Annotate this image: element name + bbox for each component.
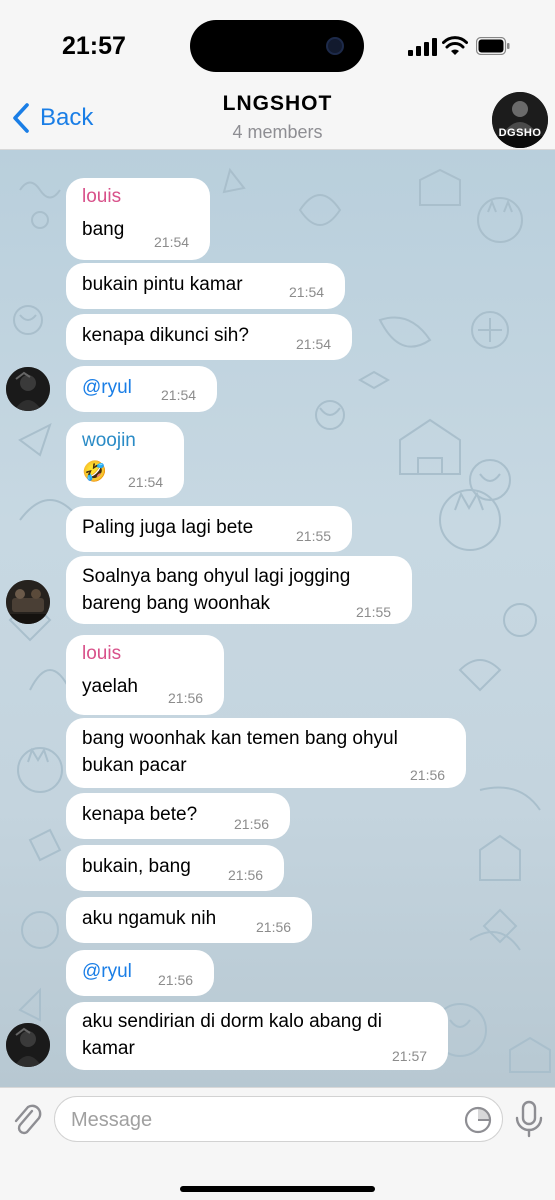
message-bubble[interactable]: louis bang 21:54: [66, 178, 210, 260]
message-time: 21:55: [356, 604, 392, 620]
message-text: Paling juga lagi bete: [82, 517, 254, 538]
message-time: 21:54: [161, 387, 197, 403]
message-bubble[interactable]: aku sendirian di dorm kalo abang di kama…: [66, 1002, 448, 1070]
avatar-photo: [6, 367, 50, 411]
message-text-line: kamar: [82, 1038, 135, 1059]
message-text: kenapa dikunci sih?: [82, 325, 249, 346]
group-avatar[interactable]: DGSHO: [492, 92, 548, 148]
message-text-line: bang woonhak kan temen bang ohyul: [82, 728, 398, 749]
sender-avatar[interactable]: [6, 367, 50, 411]
sender-name[interactable]: woojin: [82, 430, 136, 452]
mention-link[interactable]: @ryul: [82, 958, 132, 986]
message-text: aku ngamuk nih: [82, 908, 217, 929]
wifi-icon: [442, 36, 468, 55]
message-bubble[interactable]: bang woonhak kan temen bang ohyul bukan …: [66, 718, 466, 788]
status-bar: 21:57: [0, 0, 555, 88]
message-time: 21:56: [234, 816, 270, 832]
home-indicator[interactable]: [180, 1186, 375, 1192]
message-bubble[interactable]: kenapa dikunci sih? 21:54: [66, 314, 352, 360]
message-time: 21:56: [410, 767, 446, 783]
status-time: 21:57: [62, 32, 126, 60]
avatar-photo: [6, 580, 50, 624]
message-bubble[interactable]: woojin 🤣 21:54: [66, 422, 184, 498]
message-time: 21:57: [392, 1048, 428, 1064]
message-bubble[interactable]: louis yaelah 21:56: [66, 635, 224, 715]
mention-link[interactable]: @ryul: [82, 374, 132, 402]
message-text: bang: [82, 219, 125, 240]
message-time: 21:56: [168, 690, 204, 706]
message-bubble[interactable]: kenapa bete? 21:56: [66, 793, 290, 839]
message-time: 21:54: [128, 474, 164, 490]
sender-name[interactable]: louis: [82, 643, 121, 665]
message-time: 21:55: [296, 528, 332, 544]
message-time: 21:56: [256, 919, 292, 935]
sticker-icon[interactable]: [463, 1105, 493, 1135]
paperclip-icon[interactable]: [10, 1101, 44, 1139]
message-input[interactable]: [71, 1106, 451, 1134]
message-time: 21:54: [296, 336, 332, 352]
message-time: 21:54: [289, 284, 325, 300]
message-bubble[interactable]: Soalnya bang ohyul lagi jogging bareng b…: [66, 556, 412, 624]
message-text: yaelah: [82, 676, 138, 697]
message-bubble[interactable]: bukain pintu kamar 21:54: [66, 263, 345, 309]
message-text: kenapa bete?: [82, 804, 198, 825]
avatar-photo: [6, 1023, 50, 1067]
message-emoji: 🤣: [82, 461, 107, 483]
message-bubble[interactable]: @ryul 21:56: [66, 950, 214, 996]
group-photo: [492, 92, 548, 148]
message-text-line: bareng bang woonhak: [82, 593, 271, 614]
message-time: 21:56: [158, 972, 194, 988]
chat-title[interactable]: LNGSHOT: [0, 92, 555, 116]
camera-icon: [326, 37, 344, 55]
message-bubble[interactable]: bukain, bang 21:56: [66, 845, 284, 891]
message-bubble[interactable]: aku ngamuk nih 21:56: [66, 897, 312, 943]
message-field[interactable]: [54, 1096, 503, 1142]
message-bubble[interactable]: Paling juga lagi bete 21:55: [66, 506, 352, 552]
message-text-line: aku sendirian di dorm kalo abang di: [82, 1011, 382, 1032]
message-text: bukain, bang: [82, 856, 191, 877]
message-time: 21:56: [228, 867, 264, 883]
cellular-signal-icon: [408, 38, 437, 56]
message-input-bar: [0, 1087, 555, 1200]
message-text: bukain pintu kamar: [82, 274, 243, 295]
message-text-line: Soalnya bang ohyul lagi jogging: [82, 566, 351, 587]
chat-area[interactable]: louis bang 21:54 bukain pintu kamar 21:5…: [0, 150, 555, 1087]
message-text-line: bukan pacar: [82, 755, 187, 776]
message-time: 21:54: [154, 234, 190, 250]
message-bubble[interactable]: @ryul 21:54: [66, 366, 217, 412]
sender-avatar[interactable]: [6, 1023, 50, 1067]
member-count: 4 members: [232, 122, 323, 142]
group-avatar-text: DGSHO: [498, 127, 542, 139]
sender-avatar[interactable]: [6, 580, 50, 624]
battery-icon: [476, 37, 510, 55]
chat-header: Back LNGSHOT 4 members DGSHO: [0, 88, 555, 150]
sender-name[interactable]: louis: [82, 186, 121, 208]
dynamic-island: [190, 20, 364, 72]
microphone-icon[interactable]: [512, 1099, 546, 1139]
